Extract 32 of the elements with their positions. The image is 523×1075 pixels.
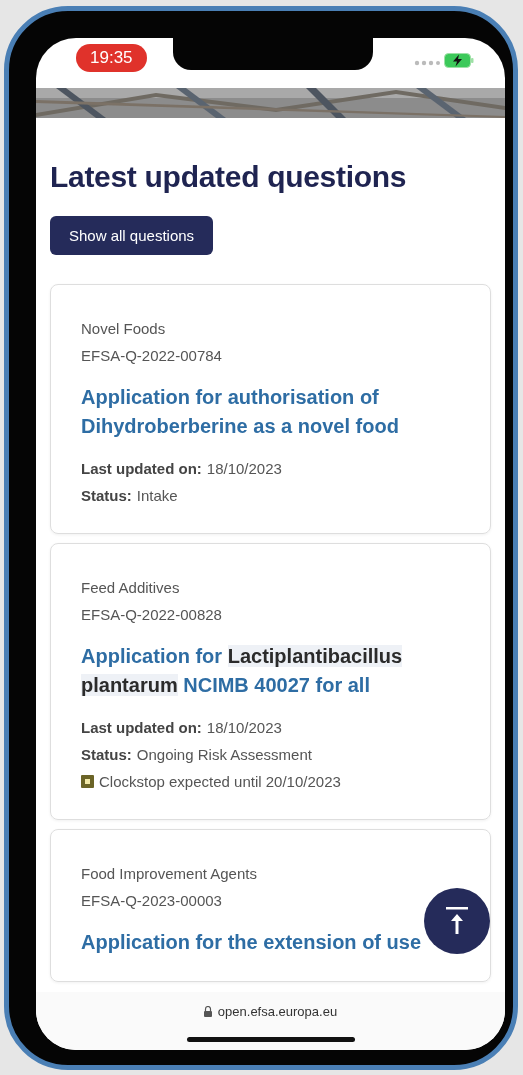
meta-value: Intake bbox=[136, 487, 178, 504]
status-time: 19:35 bbox=[76, 44, 147, 72]
meta-label: Last updated on: bbox=[81, 719, 202, 736]
meta-value: Ongoing Risk Assessment bbox=[136, 746, 312, 763]
question-id: EFSA-Q-2022-00828 bbox=[81, 605, 223, 625]
battery-charging-icon bbox=[444, 53, 474, 68]
question-category: Novel Foods bbox=[81, 319, 167, 339]
question-category: Feed Additives bbox=[81, 578, 181, 598]
meta-label: Last updated on: bbox=[81, 460, 202, 477]
question-title-link[interactable]: Application for bbox=[81, 645, 223, 667]
meta-label: Status: bbox=[81, 746, 132, 763]
lock-icon bbox=[203, 1006, 212, 1017]
highlighted-title-text[interactable]: Lactiplantibacillus bbox=[227, 645, 403, 667]
url-text: open.efsa.europa.eu bbox=[217, 1004, 338, 1019]
page-heading: Latest updated questions bbox=[50, 160, 408, 194]
question-title-link[interactable]: NCIMB 40027 for all bbox=[183, 674, 370, 696]
arrow-up-icon bbox=[446, 907, 468, 935]
question-title-link[interactable]: Application for authorisation of bbox=[81, 386, 379, 408]
clockstop-note: Clockstop expected until 20/10/2023 bbox=[99, 773, 341, 790]
meta-value: 18/10/2023 bbox=[206, 719, 282, 736]
highlighted-title-text[interactable]: plantarum bbox=[81, 674, 178, 696]
question-id: EFSA-Q-2022-00784 bbox=[81, 346, 223, 366]
meta-value: 18/10/2023 bbox=[206, 460, 282, 477]
question-title-link[interactable]: Dihydroberberine as a novel food bbox=[81, 415, 399, 437]
clockstop-icon bbox=[81, 775, 94, 788]
question-title-link[interactable]: Application for the extension of use bbox=[81, 931, 422, 953]
question-id: EFSA-Q-2023-00003 bbox=[81, 891, 223, 911]
address-bar[interactable]: open.efsa.europa.eu bbox=[36, 992, 505, 1050]
signal-icon bbox=[414, 60, 440, 66]
meta-label: Status: bbox=[81, 487, 132, 504]
show-all-questions-button[interactable]: Show all questions bbox=[50, 216, 214, 255]
question-category: Food Improvement Agents bbox=[81, 864, 258, 884]
